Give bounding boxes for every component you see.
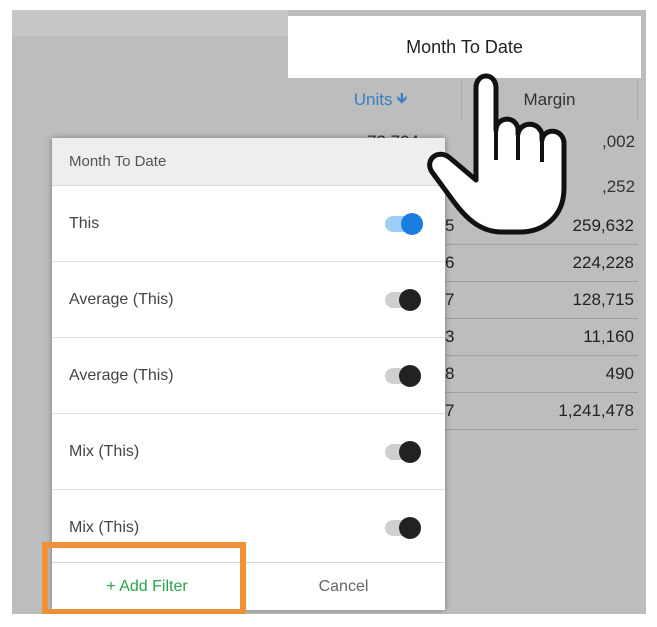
table-row: 7 128,715 [440, 282, 638, 319]
highlight-box [42, 542, 246, 615]
toggle-switch[interactable] [385, 440, 421, 463]
option-this[interactable]: This [52, 186, 445, 262]
column-group-title: Month To Date [406, 36, 523, 57]
toggle-knob [399, 364, 421, 387]
toggle-knob [399, 440, 421, 463]
margin-cell: 490 [605, 364, 634, 383]
table-row: 7 1,241,478 [440, 393, 638, 430]
table-row: 6 224,228 [440, 245, 638, 282]
dialog-header: Month To Date [52, 138, 445, 186]
option-average-this[interactable]: Average (This) [52, 338, 445, 414]
toggle-switch[interactable] [385, 288, 421, 311]
toggle-knob [399, 288, 421, 311]
top-bar [12, 10, 288, 36]
toggle-switch[interactable] [385, 516, 421, 539]
frame-edge [0, 0, 12, 627]
cancel-button[interactable]: Cancel [242, 563, 445, 610]
frame-edge [646, 0, 657, 627]
frame-edge [0, 614, 657, 627]
option-mix-this[interactable]: Mix (This) [52, 414, 445, 490]
units-label: Units [353, 90, 393, 109]
hand-pointer-icon [427, 73, 567, 235]
toggle-switch[interactable] [385, 364, 421, 387]
option-label: This [69, 214, 100, 232]
margin-cell: 128,715 [572, 290, 634, 309]
frame-edge [0, 0, 657, 10]
table-row: 8 490 [440, 356, 638, 393]
option-label: Mix (This) [69, 442, 140, 460]
margin-cell: 224,228 [572, 253, 634, 272]
option-label: Average (This) [69, 290, 174, 308]
table-row: 3 11,160 [440, 319, 638, 356]
margin-cell: 1,241,478 [558, 401, 634, 420]
margin-cell: 11,160 [583, 327, 634, 346]
toggle-knob [399, 516, 421, 539]
dialog-title: Month To Date [69, 153, 167, 170]
arrow-down-icon: 🡻 [396, 89, 408, 107]
option-label: Average (This) [69, 366, 174, 384]
measure-picker-dialog: Month To Date This Average (This) Averag… [52, 138, 445, 610]
option-label: Mix (This) [69, 518, 140, 536]
option-average-this[interactable]: Average (This) [52, 262, 445, 338]
